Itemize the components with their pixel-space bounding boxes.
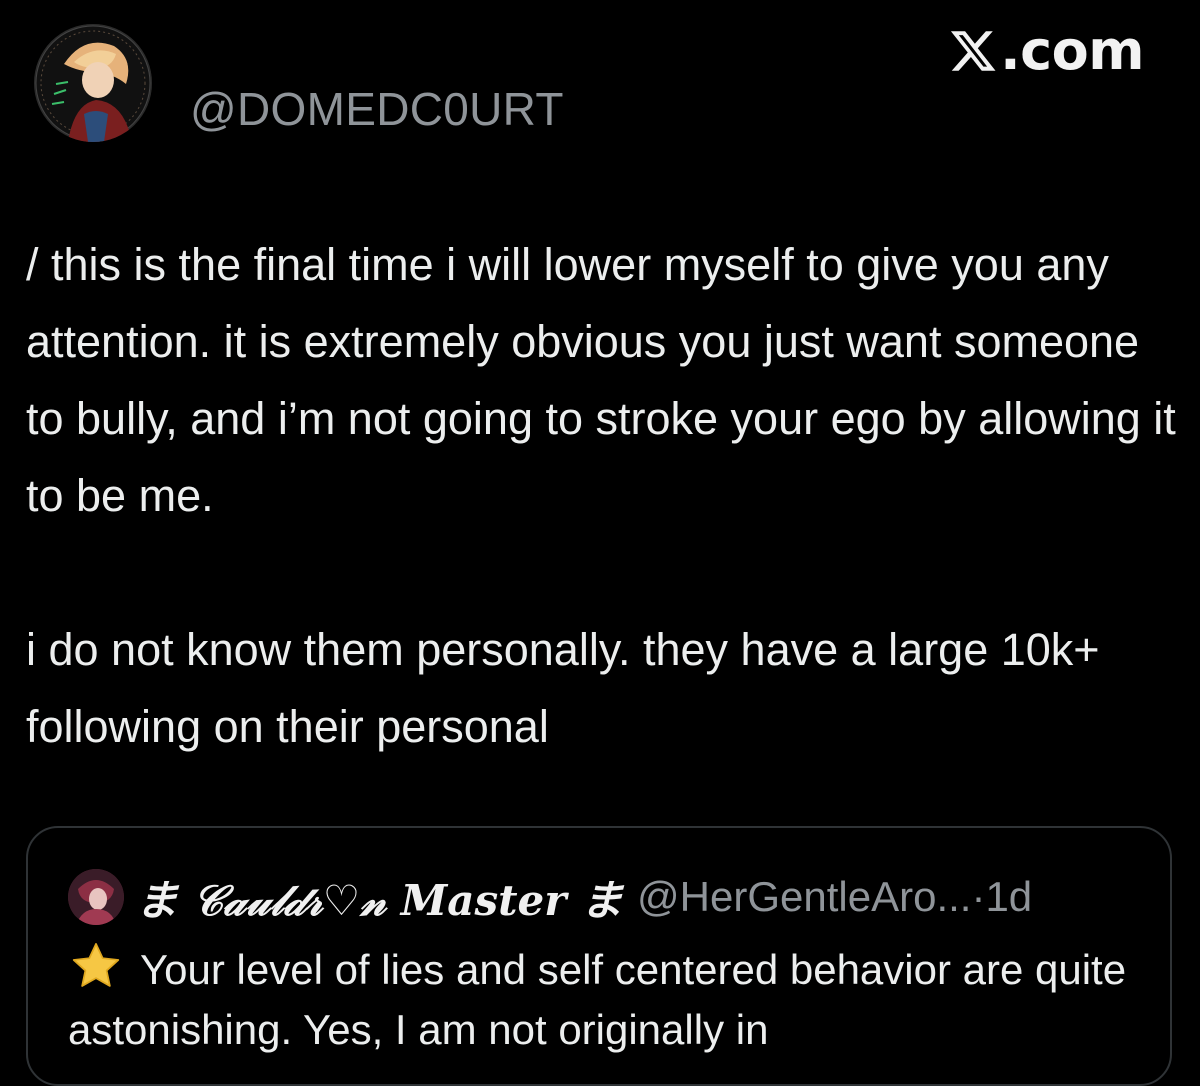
post-paragraph: i do not know them personally. they have…: [26, 624, 1100, 752]
quoted-post-card[interactable]: ま 𝒞𝒶𝓊𝓁𝒹𝓇♡𝓃 Master ま @HerGentleAro... · 1…: [26, 826, 1172, 1086]
quoted-post-separator: ·: [971, 873, 986, 920]
quoted-author-avatar[interactable]: [68, 869, 124, 925]
x-com-brand: .com: [948, 24, 1144, 78]
quoted-post-text-block: Your level of lies and self centered beh…: [68, 940, 1148, 1060]
avatar-illustration-icon: [35, 25, 151, 142]
quoted-author-handle[interactable]: @HerGentleAro...: [637, 873, 971, 921]
brand-domain-text: .com: [1000, 19, 1144, 82]
quoted-avatar-illustration-icon: [68, 869, 124, 925]
quoted-author-name[interactable]: ま 𝒞𝒶𝓊𝓁𝒹𝓇♡𝓃 Master ま: [136, 867, 623, 928]
profile-avatar[interactable]: [34, 24, 152, 142]
quoted-post-time: 1d: [985, 873, 1033, 920]
post-paragraph: / this is the final time i will lower my…: [26, 239, 1176, 521]
quoted-post-header: ま 𝒞𝒶𝓊𝓁𝒹𝓇♡𝓃 Master ま @HerGentleAro... · 1…: [68, 868, 1032, 926]
quoted-post-text: Your level of lies and self centered beh…: [68, 946, 1127, 1053]
x-logo-icon: [951, 31, 996, 71]
star-emoji-icon: [72, 943, 120, 987]
post-body: / this is the final time i will lower my…: [26, 226, 1176, 765]
author-handle[interactable]: @DOMEDC0URT: [190, 82, 564, 136]
